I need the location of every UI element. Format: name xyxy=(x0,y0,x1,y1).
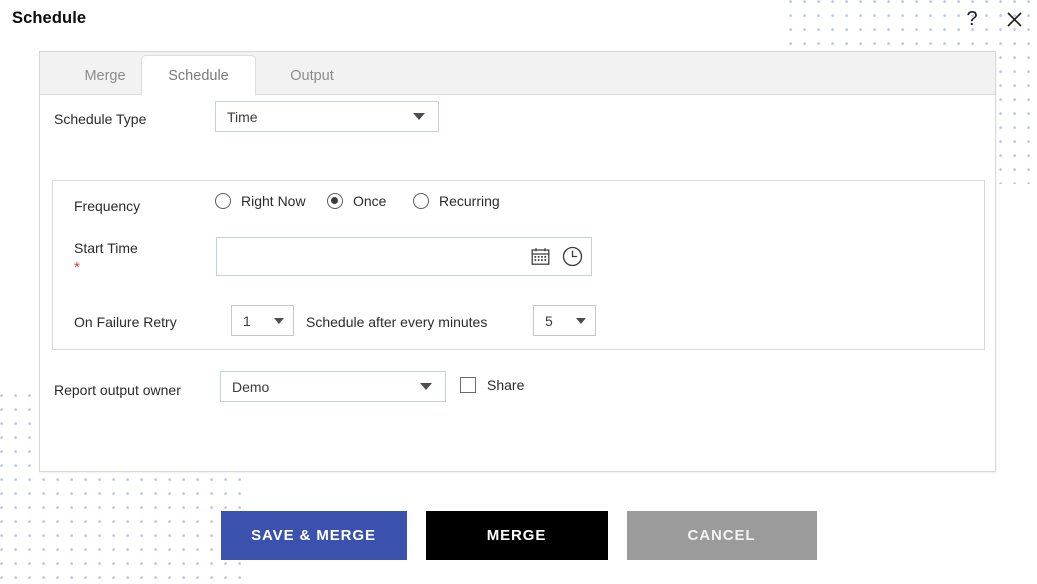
share-label: Share xyxy=(487,377,525,393)
close-icon[interactable] xyxy=(1001,6,1027,32)
start-time-input[interactable] xyxy=(217,238,529,275)
tab-merge-label: Merge xyxy=(84,67,126,84)
footer-button-bar: SAVE & MERGE MERGE CANCEL xyxy=(0,509,1037,561)
report-output-owner-label: Report output owner xyxy=(54,382,181,398)
share-checkbox-mark xyxy=(460,377,476,393)
radio-right-now-mark xyxy=(215,193,231,209)
retry-minutes-value: 5 xyxy=(545,312,553,329)
schedule-type-row: Schedule Type Time xyxy=(40,95,995,144)
report-output-owner-select[interactable]: Demo xyxy=(220,371,446,402)
help-icon[interactable]: ? xyxy=(959,6,985,32)
radio-right-now[interactable]: Right Now xyxy=(215,193,306,209)
dialog-header: Schedule ? xyxy=(0,0,1037,40)
chevron-down-icon xyxy=(420,383,432,390)
share-checkbox[interactable]: Share xyxy=(460,377,524,393)
radio-recurring-mark xyxy=(413,193,429,209)
chevron-down-icon xyxy=(274,317,284,324)
radio-once-mark xyxy=(327,193,343,209)
retry-count-value: 1 xyxy=(243,312,251,329)
radio-right-now-label: Right Now xyxy=(241,193,306,209)
radio-recurring[interactable]: Recurring xyxy=(413,193,500,209)
tab-schedule-label: Schedule xyxy=(168,67,229,84)
tab-output-label: Output xyxy=(290,67,334,84)
start-time-row: Start Time * xyxy=(53,229,984,299)
chevron-down-icon xyxy=(413,113,425,120)
page-title: Schedule xyxy=(12,9,87,27)
schedule-dialog-card: Merge Schedule Output Schedule Type Time… xyxy=(39,51,996,472)
merge-button[interactable]: MERGE xyxy=(425,510,608,560)
retry-minutes-select[interactable]: 5 xyxy=(533,305,596,336)
clock-icon[interactable] xyxy=(559,244,585,270)
tab-strip: Merge Schedule Output xyxy=(40,52,995,96)
retry-label: On Failure Retry xyxy=(74,314,177,330)
radio-once[interactable]: Once xyxy=(327,193,386,209)
chevron-down-icon xyxy=(576,317,586,324)
report-output-owner-row: Report output owner Demo Share xyxy=(40,367,995,411)
start-time-label: Start Time xyxy=(74,240,138,256)
tab-schedule[interactable]: Schedule xyxy=(141,55,256,96)
retry-row: On Failure Retry 1 Schedule after every … xyxy=(53,299,984,349)
schedule-type-value: Time xyxy=(227,108,258,125)
radio-recurring-label: Recurring xyxy=(439,193,500,209)
frequency-row: Frequency Right Now Once Recurring xyxy=(53,181,984,229)
schedule-type-label: Schedule Type xyxy=(54,111,147,127)
cancel-button[interactable]: CANCEL xyxy=(626,510,817,560)
tab-output[interactable]: Output xyxy=(260,56,364,95)
save-and-merge-button[interactable]: SAVE & MERGE xyxy=(220,510,407,560)
retry-count-select[interactable]: 1 xyxy=(231,305,294,336)
frequency-label: Frequency xyxy=(74,198,141,214)
calendar-icon[interactable] xyxy=(527,244,553,270)
start-time-input-wrapper[interactable] xyxy=(216,237,592,276)
frequency-panel: Frequency Right Now Once Recurring Start… xyxy=(52,180,985,350)
retry-interval-label: Schedule after every minutes xyxy=(306,314,488,330)
radio-once-label: Once xyxy=(353,193,387,209)
schedule-type-select[interactable]: Time xyxy=(215,101,439,132)
required-asterisk: * xyxy=(74,259,80,276)
report-output-owner-value: Demo xyxy=(232,378,270,395)
